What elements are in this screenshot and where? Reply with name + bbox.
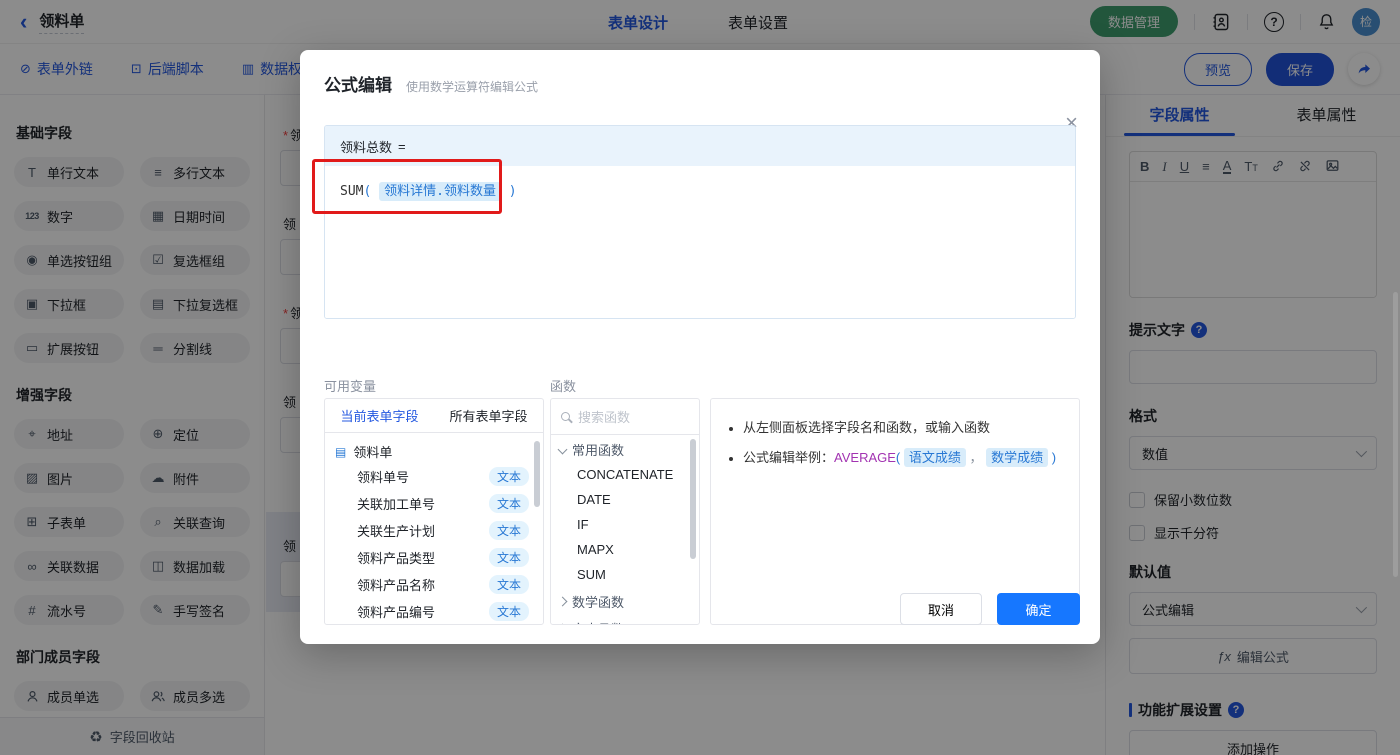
tab-all-form-fields[interactable]: 所有表单字段 [434, 406, 543, 425]
example-field-chip: 语文成绩 [903, 448, 966, 467]
function-group-text[interactable]: 文本函数 [551, 614, 699, 624]
variable-type-badge: 文本 [488, 548, 529, 567]
variable-name: 领料产品编号 [357, 605, 436, 620]
function-item[interactable]: MAPX [551, 537, 699, 562]
function-item[interactable]: IF [551, 512, 699, 537]
tab-current-form-fields[interactable]: 当前表单字段 [325, 406, 434, 425]
variable-name: 领料产品名称 [357, 578, 436, 593]
variable-type-badge: 文本 [488, 602, 529, 621]
function-item[interactable]: CONCATENATE [551, 462, 699, 487]
variable-name: 领料产品类型 [357, 551, 436, 566]
variables-panel: 当前表单字段 所有表单字段 ▤ 领料单 领料单号 文本 关联加工单号 文本 关联… [324, 398, 544, 625]
functions-label: 函数 [550, 379, 577, 394]
function-group-common[interactable]: 常用函数 [551, 435, 699, 462]
variable-type-badge: 文本 [488, 521, 529, 540]
example-function-name: AVERAGE [834, 450, 896, 465]
chevron-right-icon [557, 623, 568, 624]
variable-type-badge: 文本 [488, 575, 529, 594]
variable-row[interactable]: 领料产品名称 文本 [325, 571, 543, 598]
variable-row[interactable]: 关联生产计划 文本 [325, 517, 543, 544]
variable-row[interactable]: 领料产品编号 文本 [325, 598, 543, 624]
confirm-button[interactable]: 确定 [997, 593, 1080, 625]
function-list: CONCATENATE DATE IF MAPX SUM [551, 462, 699, 587]
function-group-math[interactable]: 数学函数 [551, 587, 699, 614]
chevron-right-icon [557, 596, 568, 607]
example-field-chip: 数学成绩 [986, 448, 1049, 467]
functions-scrollbar[interactable] [690, 439, 696, 559]
variables-scrollbar[interactable] [534, 441, 540, 507]
functions-panel: 搜索函数 常用函数 CONCATENATE DATE IF MAPX SUM 数… [550, 398, 700, 625]
function-search-box[interactable]: 搜索函数 [551, 399, 699, 435]
formula-field-chip[interactable]: 领料详情.领料数量 [379, 182, 501, 201]
cancel-button[interactable]: 取消 [900, 593, 982, 625]
formula-function-name: SUM [340, 184, 364, 199]
search-icon [561, 412, 570, 421]
variable-name: 关联加工单号 [357, 497, 436, 512]
formula-input-box: 领料总数 = SUM( 领料详情.领料数量 ) [324, 125, 1076, 319]
variable-type-badge: 文本 [488, 467, 529, 486]
variable-name: 关联生产计划 [357, 524, 436, 539]
formula-editor-modal: 公式编辑 使用数学运算符编辑公式 × 领料总数 = SUM( 领料详情.领料数量… [300, 50, 1100, 644]
variable-name: 领料单号 [357, 470, 410, 485]
tip-line-1: 从左侧面板选择字段名和函数，或输入函数 [729, 415, 1061, 441]
formula-editable-area[interactable]: SUM( 领料详情.领料数量 ) [325, 166, 1075, 318]
variable-row[interactable]: 关联加工单号 文本 [325, 490, 543, 517]
variables-list: 领料单号 文本 关联加工单号 文本 关联生产计划 文本 领料产品类型 文本 领料… [325, 463, 543, 624]
tips-panel: 从左侧面板选择字段名和函数，或输入函数 公式编辑举例：AVERAGE( 语文成绩… [710, 398, 1080, 625]
modal-subtitle: 使用数学运算符编辑公式 [406, 80, 539, 94]
variables-label: 可用变量 [324, 379, 377, 394]
target-field-name: 领料总数 [340, 139, 393, 155]
variable-row[interactable]: 领料产品类型 文本 [325, 544, 543, 571]
variable-type-badge: 文本 [488, 494, 529, 513]
function-item[interactable]: DATE [551, 487, 699, 512]
tip-line-2: 公式编辑举例：AVERAGE( 语文成绩 ， 数学成绩 ) [729, 445, 1061, 471]
search-placeholder: 搜索函数 [578, 410, 631, 425]
equals-sign: = [398, 138, 406, 154]
chevron-down-icon [557, 444, 568, 455]
modal-title: 公式编辑 [324, 76, 392, 95]
variable-row[interactable]: 领料单号 文本 [325, 463, 543, 490]
page-scrollbar[interactable] [1393, 292, 1398, 577]
function-item[interactable]: SUM [551, 562, 699, 587]
document-icon: ▤ [335, 444, 347, 459]
variables-root-node[interactable]: ▤ 领料单 [325, 433, 543, 463]
formula-target-row: 领料总数 = [325, 126, 1075, 166]
